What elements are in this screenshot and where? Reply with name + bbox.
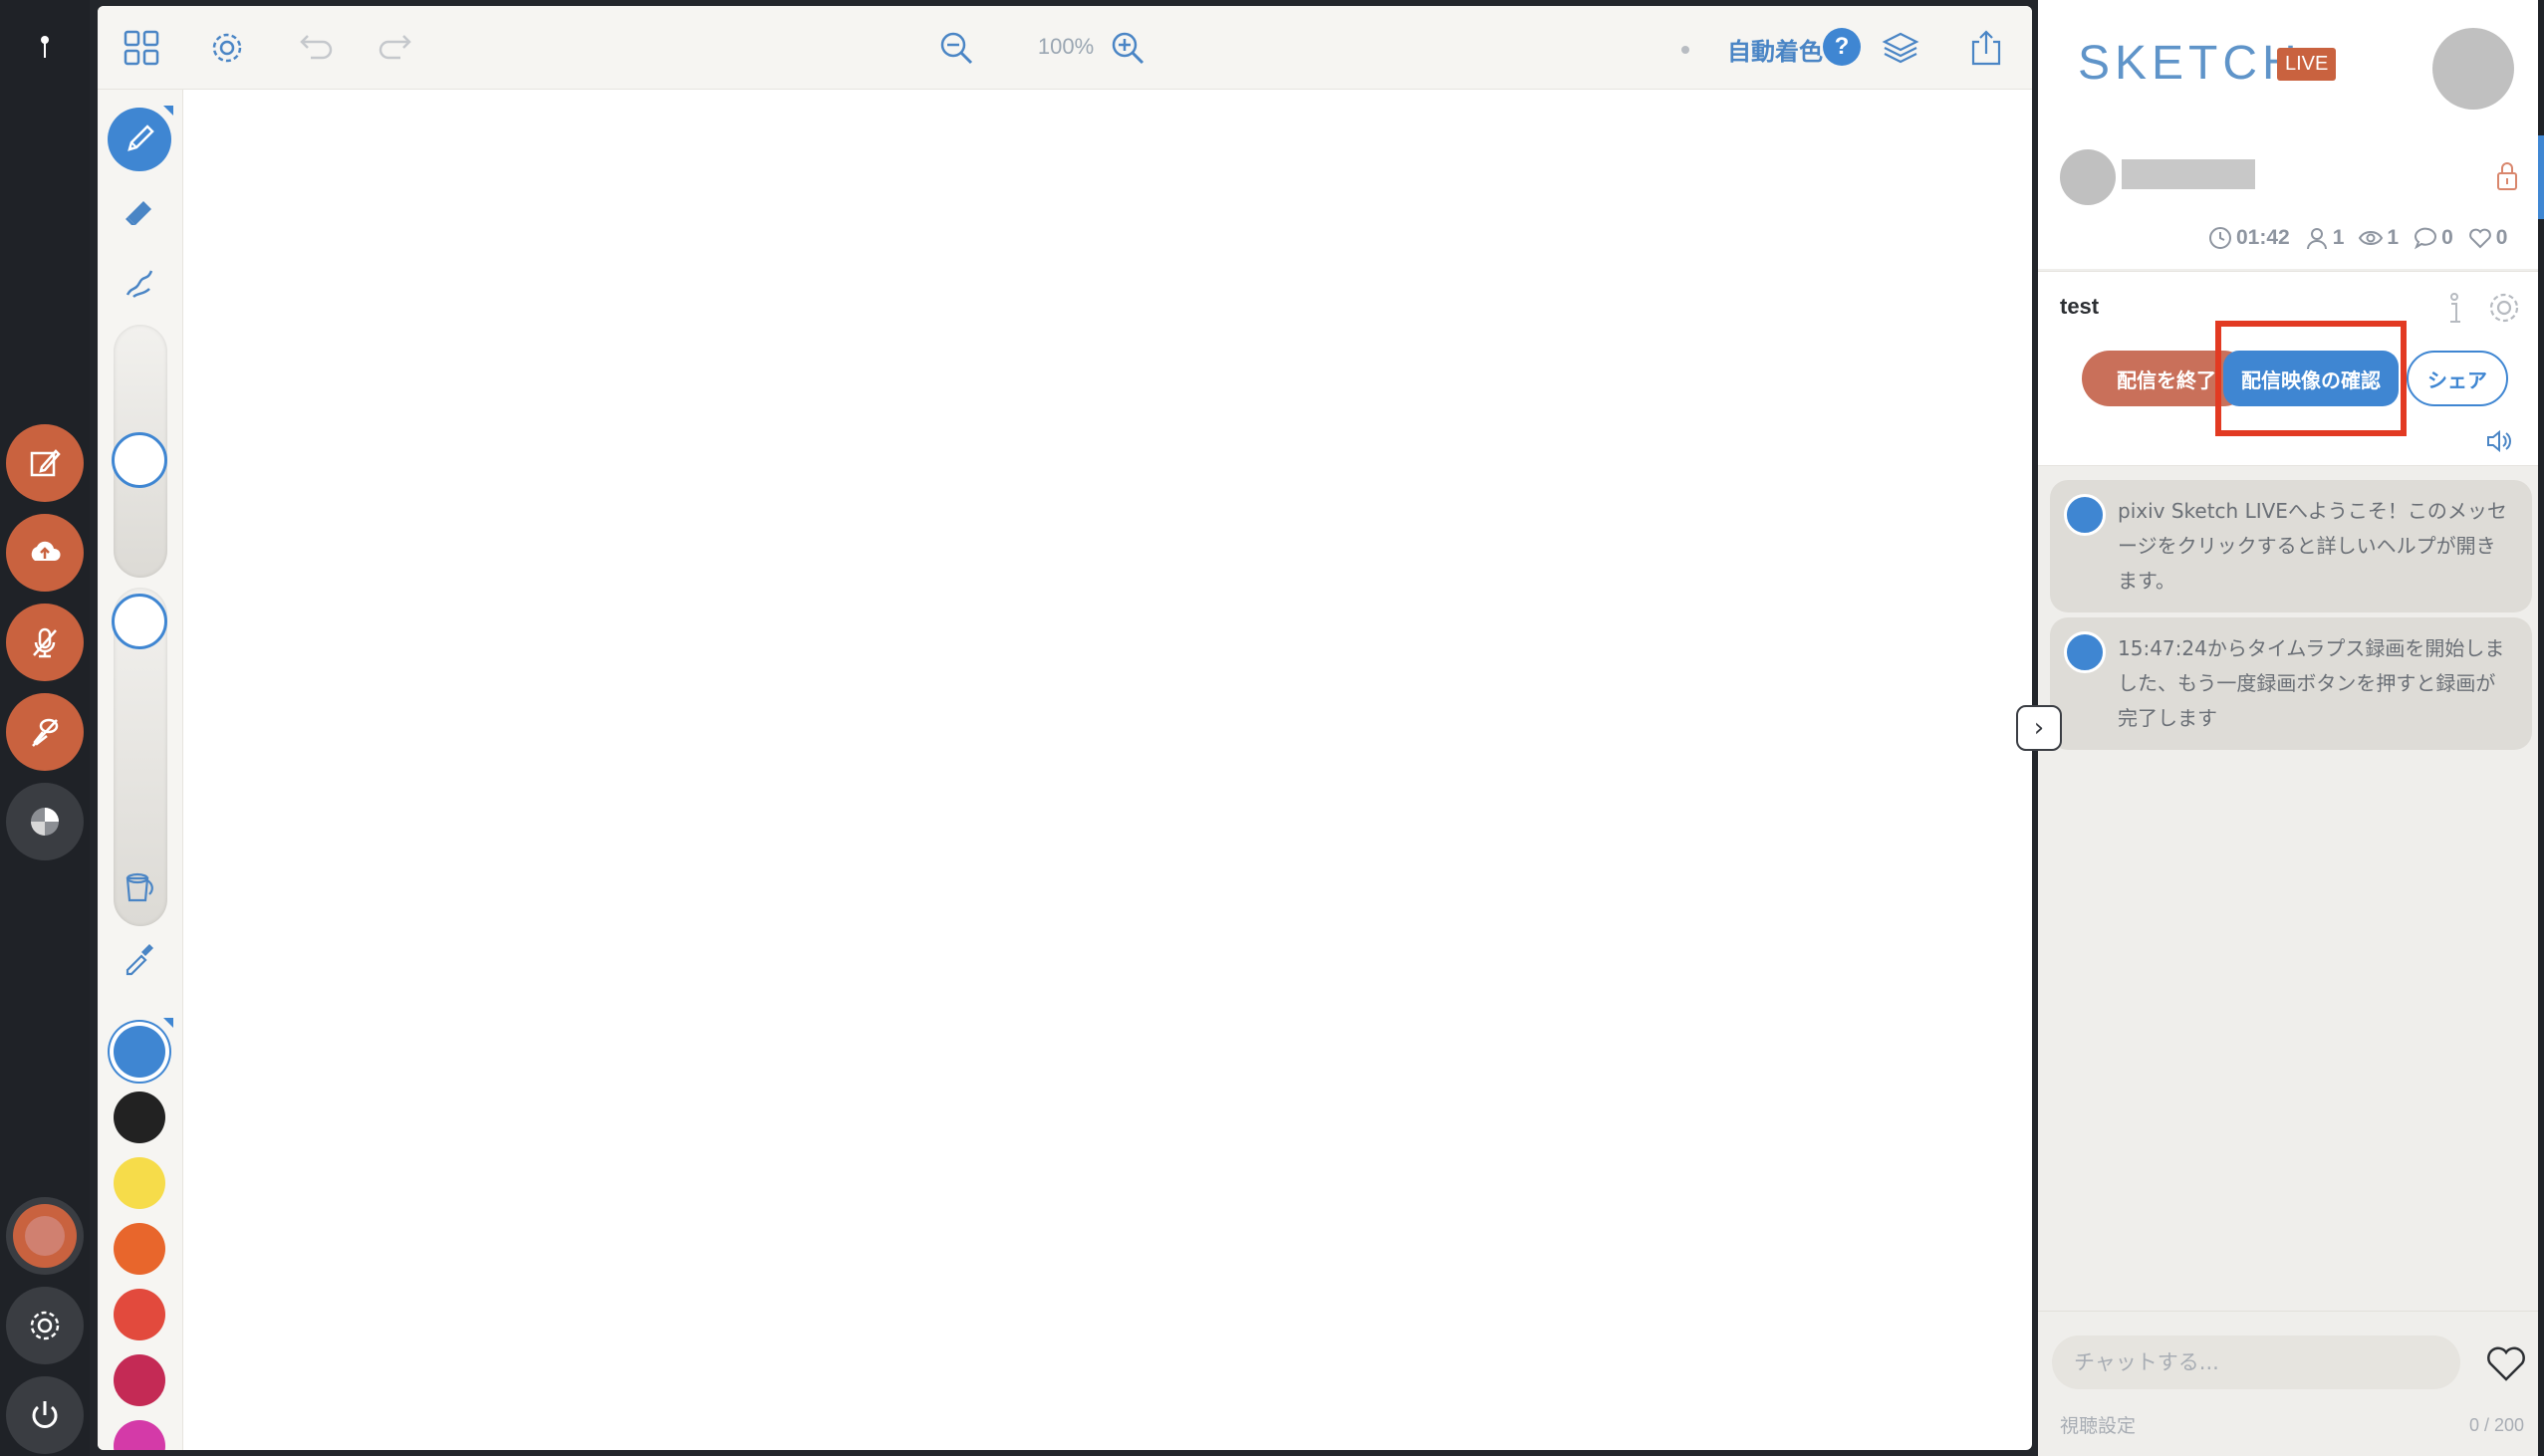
- chat-message-welcome[interactable]: pixiv Sketch LIVEへようこそ！このメッセージをクリックすると詳し…: [2050, 480, 2532, 612]
- settings-icon: [30, 1311, 60, 1340]
- smudge-icon: [126, 270, 153, 298]
- grid-icon[interactable]: [118, 24, 165, 72]
- zoom-level: 100%: [1037, 34, 1095, 59]
- window-edge-accent: [2538, 135, 2544, 219]
- comment-icon: [2415, 227, 2437, 250]
- view-settings-link[interactable]: 視聴設定: [2060, 1411, 2136, 1438]
- lock-icon[interactable]: [2492, 159, 2522, 193]
- zoom-out-icon[interactable]: [932, 24, 980, 72]
- color-swatch[interactable]: [114, 1092, 165, 1143]
- gear-icon[interactable]: [2484, 288, 2524, 328]
- auto-color-label[interactable]: 自動着色: [1727, 32, 1823, 67]
- user-avatar[interactable]: [2432, 28, 2514, 110]
- live-sidebar: SKETCH LIVE 01:42 1 1 0 0 test 配信を終了 配信映…: [2038, 0, 2544, 1456]
- stat-comments-value: 0: [2441, 226, 2453, 249]
- color-swatch[interactable]: [114, 1157, 165, 1209]
- color-swatch[interactable]: [114, 1223, 165, 1275]
- stat-time: 01:42: [2207, 225, 2290, 251]
- stat-users-value: 1: [2332, 226, 2345, 249]
- char-count: 0 / 200: [2468, 1415, 2524, 1435]
- eraser-icon: [126, 201, 151, 225]
- eyedropper-icon: [126, 944, 153, 976]
- mic-off-icon: [33, 627, 57, 658]
- opacity-handle[interactable]: [112, 594, 167, 649]
- clock-icon: [2209, 227, 2231, 249]
- status-dot: [1681, 46, 1689, 54]
- bucket-icon: [126, 872, 153, 902]
- info-icon[interactable]: [2436, 288, 2472, 328]
- brush-toggle-button[interactable]: [6, 693, 84, 771]
- color-swatch[interactable]: [114, 1354, 165, 1406]
- highlight-annotation: [2215, 321, 2407, 436]
- cloud-upload-icon: [31, 541, 61, 561]
- sidebar-header: SKETCH LIVE 01:42 1 1 0 0: [2038, 0, 2544, 269]
- palette-toggle-icon: [31, 808, 59, 836]
- layers-icon[interactable]: [1877, 24, 1924, 72]
- streamer-avatar[interactable]: [2060, 149, 2116, 205]
- heart-icon[interactable]: [2484, 1341, 2528, 1385]
- zoom-in-icon[interactable]: [1104, 24, 1151, 72]
- color-swatch[interactable]: [114, 1026, 165, 1078]
- left-rail: [0, 0, 90, 1456]
- stat-viewers: 1: [2358, 225, 2399, 251]
- pen-tool[interactable]: [108, 108, 171, 171]
- bucket-tool[interactable]: [108, 854, 171, 918]
- pen-options-indicator: [163, 106, 173, 116]
- live-badge: LIVE: [2277, 48, 2337, 81]
- color-swatch[interactable]: [114, 1289, 165, 1340]
- chat-message-text: 15:47:24からタイムラプス録画を開始しました、もう一度録画ボタンを押すと録…: [2118, 636, 2505, 730]
- user-color-button[interactable]: [6, 1197, 84, 1275]
- settings-button[interactable]: [6, 1287, 84, 1364]
- palette-toggle-button[interactable]: [6, 783, 84, 860]
- stat-viewers-value: 1: [2387, 226, 2400, 249]
- color-options-indicator: [163, 1018, 173, 1028]
- eye-icon: [2359, 231, 2384, 245]
- sketch-logo: SKETCH: [2078, 37, 2302, 90]
- stat-likes: 0: [2467, 225, 2508, 251]
- brush-off-icon: [32, 718, 59, 747]
- chat-area: 視聴設定 0 / 200: [2038, 1311, 2544, 1456]
- help-button[interactable]: ?: [1823, 28, 1861, 66]
- stat-users: 1: [2304, 225, 2345, 251]
- chat-message-text: pixiv Sketch LIVEへようこそ！このメッセージをクリックすると詳し…: [2118, 499, 2507, 593]
- heart-icon: [2468, 228, 2491, 249]
- streamer-name-placeholder: [2122, 159, 2255, 189]
- pen-badge-icon: [2064, 631, 2106, 673]
- eraser-tool[interactable]: [108, 179, 171, 243]
- color-swatch[interactable]: [114, 1420, 165, 1450]
- pin-icon: [36, 34, 54, 62]
- smudge-tool[interactable]: [108, 251, 171, 315]
- upload-button[interactable]: [6, 514, 84, 592]
- edit-icon: [30, 449, 61, 477]
- chat-input[interactable]: [2052, 1335, 2460, 1389]
- tool-column: [98, 90, 183, 1450]
- collapse-sidebar-button[interactable]: ›: [2016, 705, 2062, 751]
- stream-title: test: [2060, 294, 2100, 319]
- stat-comments: 0: [2413, 225, 2453, 251]
- mic-toggle-button[interactable]: [6, 604, 84, 681]
- speaker-icon[interactable]: [2484, 426, 2514, 456]
- redo-icon[interactable]: [375, 24, 422, 72]
- stream-stats: 01:42 1 1 0 0: [2207, 225, 2507, 251]
- user-icon: [2306, 228, 2327, 250]
- pen-icon: [127, 124, 154, 151]
- edit-mode-button[interactable]: [6, 424, 84, 502]
- eyedropper-tool[interactable]: [108, 926, 171, 990]
- power-icon: [32, 1401, 58, 1428]
- top-toolbar: 100% 自動着色 ?: [98, 6, 2032, 90]
- undo-icon[interactable]: [289, 24, 337, 72]
- gear-icon[interactable]: [203, 24, 251, 72]
- drawing-app: 100% 自動着色 ?: [98, 6, 2032, 1450]
- stat-time-value: 01:42: [2236, 226, 2290, 249]
- chat-message-timelapse[interactable]: 15:47:24からタイムラプス録画を開始しました、もう一度録画ボタンを押すと録…: [2050, 617, 2532, 750]
- pen-badge-icon: [2064, 494, 2106, 536]
- power-button[interactable]: [6, 1376, 84, 1454]
- share-icon[interactable]: [1962, 24, 2010, 72]
- user-color-icon: [13, 1204, 77, 1268]
- brush-size-handle[interactable]: [112, 432, 167, 488]
- share-button[interactable]: シェア: [2407, 351, 2508, 406]
- stat-likes-value: 0: [2495, 226, 2508, 249]
